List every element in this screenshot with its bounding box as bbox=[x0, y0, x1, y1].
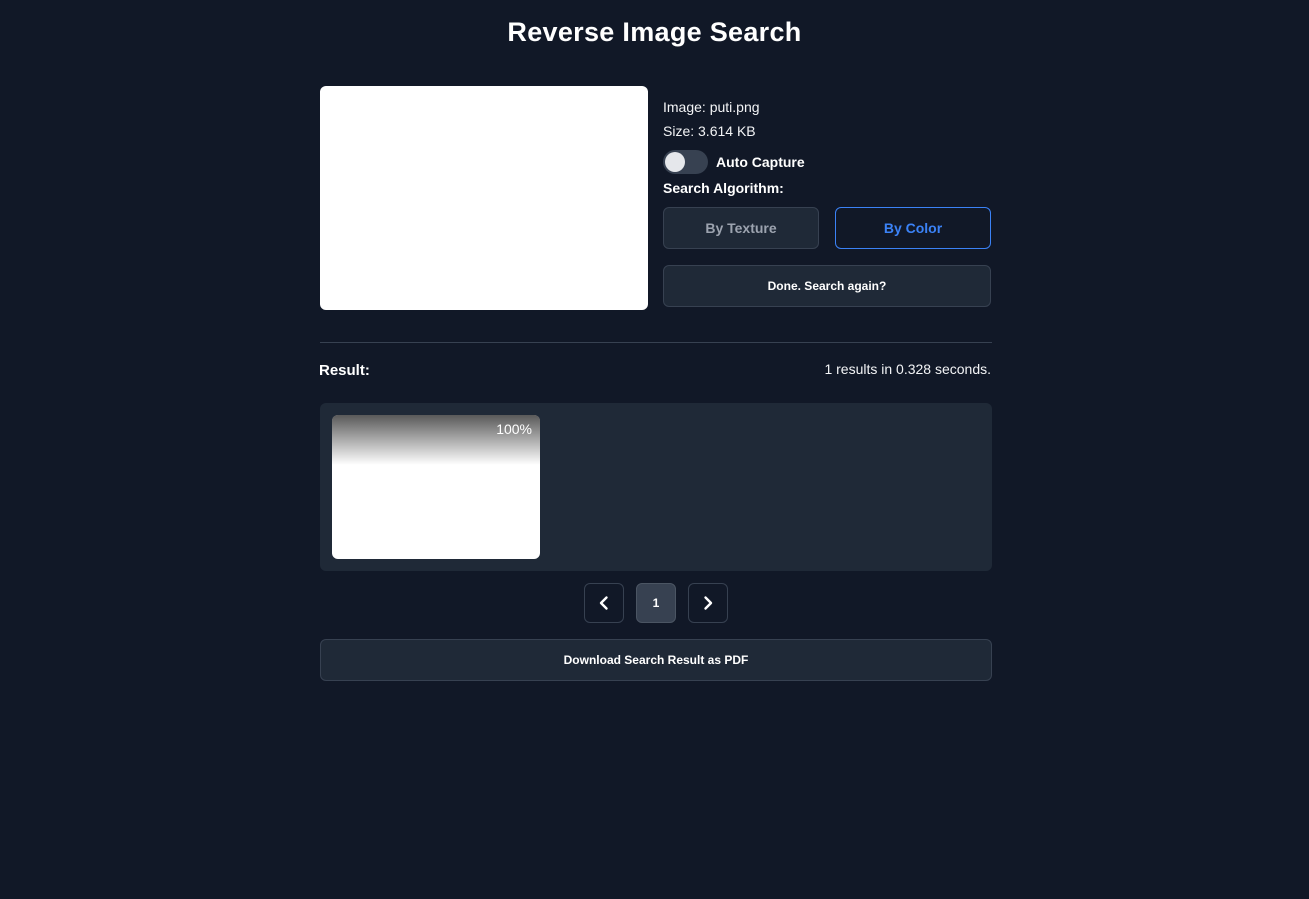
auto-capture-label: Auto Capture bbox=[716, 154, 805, 170]
chevron-right-icon bbox=[704, 596, 713, 610]
search-again-button[interactable]: Done. Search again? bbox=[663, 265, 991, 307]
page-title: Reverse Image Search bbox=[507, 17, 802, 47]
auto-capture-toggle[interactable] bbox=[663, 150, 708, 174]
results-panel: 100% bbox=[320, 403, 992, 571]
auto-capture-row: Auto Capture bbox=[663, 149, 993, 175]
similarity-score: 100% bbox=[496, 421, 532, 437]
algorithm-selector: By Texture By Color bbox=[663, 207, 993, 249]
previous-page-button[interactable] bbox=[584, 583, 624, 623]
pagination: 1 bbox=[584, 583, 728, 623]
next-page-button[interactable] bbox=[688, 583, 728, 623]
image-size-text: Size: 3.614 KB bbox=[663, 123, 756, 139]
page-number-button[interactable]: 1 bbox=[636, 583, 676, 623]
result-heading: Result: bbox=[319, 362, 370, 379]
image-name-text: Image: puti.png bbox=[663, 99, 760, 115]
toggle-knob bbox=[665, 152, 685, 172]
image-info-panel: Image: puti.png Size: 3.614 KB Auto Capt… bbox=[663, 95, 993, 307]
uploaded-image-preview[interactable] bbox=[320, 86, 648, 310]
search-algorithm-label: Search Algorithm: bbox=[663, 180, 784, 196]
by-texture-button[interactable]: By Texture bbox=[663, 207, 819, 249]
result-stats-text: 1 results in 0.328 seconds. bbox=[824, 361, 991, 377]
page: Reverse Image Search Image: puti.png Siz… bbox=[0, 0, 1309, 899]
result-image-card[interactable]: 100% bbox=[332, 415, 540, 559]
by-color-button[interactable]: By Color bbox=[835, 207, 991, 249]
chevron-left-icon bbox=[599, 596, 608, 610]
download-pdf-button[interactable]: Download Search Result as PDF bbox=[320, 639, 992, 681]
section-divider bbox=[320, 342, 992, 343]
